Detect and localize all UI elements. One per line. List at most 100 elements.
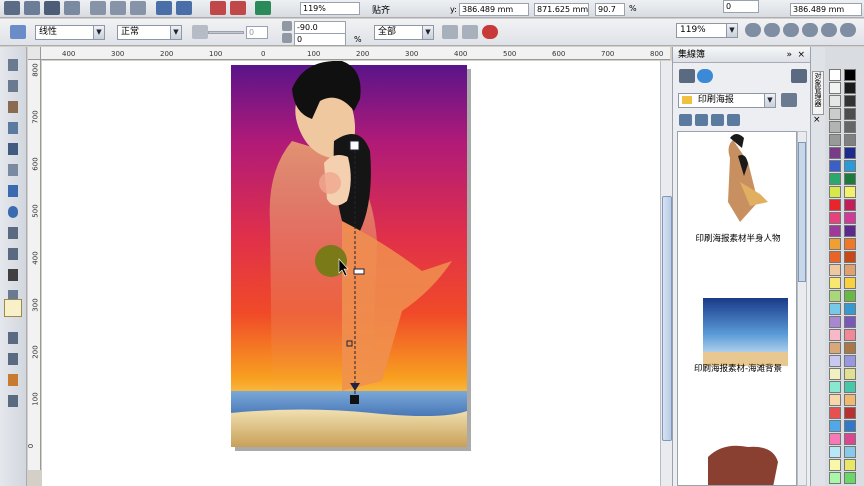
redo-icon[interactable]	[176, 1, 192, 15]
color-swatch[interactable]	[844, 95, 856, 107]
color-swatch[interactable]	[829, 355, 841, 367]
color-swatch[interactable]	[844, 381, 856, 393]
color-swatch[interactable]	[829, 394, 841, 406]
folder-new-icon[interactable]	[679, 69, 695, 83]
color-swatch[interactable]	[829, 368, 841, 380]
x-coord-field[interactable]: 386.489 mm	[790, 3, 862, 16]
import-icon[interactable]	[210, 1, 226, 15]
rectangle-tool-icon[interactable]	[8, 185, 18, 197]
color-swatch[interactable]	[844, 420, 856, 432]
color-swatch[interactable]	[844, 251, 856, 263]
color-swatch[interactable]	[829, 420, 841, 432]
color-swatch[interactable]	[844, 225, 856, 237]
chevron-down-icon[interactable]: ▼	[764, 94, 775, 107]
copy-icon[interactable]	[110, 1, 126, 15]
clear-transparency-icon[interactable]	[482, 25, 498, 39]
color-swatch[interactable]	[829, 95, 841, 107]
merge-mode-select[interactable]: 正常 ▼	[117, 25, 182, 40]
freeze-icon[interactable]	[442, 25, 458, 39]
drawing-canvas[interactable]	[42, 61, 660, 486]
browse-icon[interactable]	[697, 69, 713, 83]
color-swatch[interactable]	[844, 264, 856, 276]
color-swatch[interactable]	[844, 134, 856, 146]
folder-select[interactable]: 印刷海报 ▼	[678, 93, 776, 108]
apply-scope-select[interactable]: 全部 ▼	[374, 25, 434, 40]
midpoint-slider[interactable]	[208, 31, 244, 34]
vertical-ruler[interactable]: 800 700 600 500 400 300 200 100 0	[28, 60, 41, 470]
color-swatch[interactable]	[844, 82, 856, 94]
ruler-origin[interactable]	[28, 47, 41, 60]
crop-tool-icon[interactable]	[8, 101, 18, 113]
list-item[interactable]	[678, 437, 796, 485]
docker-expand-icon[interactable]: »	[786, 47, 792, 63]
view-icon[interactable]	[695, 114, 708, 126]
color-swatch[interactable]	[829, 147, 841, 159]
midpoint-value-field[interactable]: 0	[246, 26, 268, 39]
color-swatch[interactable]	[844, 121, 856, 133]
color-swatch[interactable]	[829, 134, 841, 146]
color-swatch[interactable]	[829, 290, 841, 302]
color-swatch[interactable]	[829, 277, 841, 289]
zoom-out-icon[interactable]	[764, 23, 780, 37]
color-swatch[interactable]	[844, 342, 856, 354]
color-swatch[interactable]	[829, 199, 841, 211]
up-folder-icon[interactable]	[781, 93, 797, 107]
color-swatch[interactable]	[844, 173, 856, 185]
outline-tool-icon[interactable]	[8, 353, 18, 365]
color-swatch[interactable]	[829, 108, 841, 120]
docker-scrollbar[interactable]	[797, 131, 807, 486]
color-swatch[interactable]	[844, 303, 856, 315]
chevron-down-icon[interactable]: ▼	[422, 26, 433, 39]
color-swatch[interactable]	[829, 459, 841, 471]
color-swatch[interactable]	[844, 238, 856, 250]
close-icon[interactable]: ×	[813, 115, 823, 125]
color-swatch[interactable]	[844, 147, 856, 159]
zoom-selected-icon[interactable]	[783, 23, 799, 37]
color-swatch[interactable]	[844, 446, 856, 458]
color-swatch[interactable]	[844, 290, 856, 302]
color-swatch[interactable]	[829, 316, 841, 328]
undo-icon[interactable]	[156, 1, 172, 15]
eyedropper-tool-icon[interactable]	[8, 332, 18, 344]
zoom-width-icon[interactable]	[840, 23, 856, 37]
color-swatch[interactable]	[829, 186, 841, 198]
color-swatch[interactable]	[829, 446, 841, 458]
transparency-tool-icon[interactable]	[4, 299, 22, 317]
color-swatch[interactable]	[844, 368, 856, 380]
color-swatch[interactable]	[829, 238, 841, 250]
zoom-in-icon[interactable]	[745, 23, 761, 37]
y-position-field[interactable]: 386.489 mm	[459, 3, 529, 16]
view-icon[interactable]	[679, 114, 692, 126]
print-icon[interactable]	[64, 1, 80, 15]
color-swatch[interactable]	[829, 82, 841, 94]
poster-artwork[interactable]	[42, 61, 660, 486]
color-swatch[interactable]	[829, 160, 841, 172]
color-swatch[interactable]	[844, 329, 856, 341]
chevron-down-icon[interactable]: ▼	[170, 26, 181, 39]
fill-tool-icon[interactable]	[8, 374, 18, 386]
color-swatch[interactable]	[844, 212, 856, 224]
color-swatch[interactable]	[829, 472, 841, 484]
canvas-vertical-scrollbar[interactable]	[660, 61, 672, 486]
snap-label[interactable]: 贴齐	[372, 3, 390, 16]
color-swatch[interactable]	[829, 251, 841, 263]
color-swatch[interactable]	[829, 433, 841, 445]
color-swatch[interactable]	[844, 186, 856, 198]
list-item[interactable]: 印刷海报素材-海滩背景	[678, 292, 796, 407]
ellipse-tool-icon[interactable]	[8, 206, 18, 218]
polygon-tool-icon[interactable]	[8, 227, 18, 239]
new-icon[interactable]	[4, 1, 20, 15]
open-icon[interactable]	[24, 1, 40, 15]
color-swatch[interactable]	[844, 316, 856, 328]
scrollbar-thumb[interactable]	[662, 196, 672, 441]
rotation-field[interactable]: 0	[723, 0, 759, 13]
list-item[interactable]: 印刷海报素材半身人物	[678, 132, 796, 247]
save-icon[interactable]	[44, 1, 60, 15]
freehand-tool-icon[interactable]	[8, 143, 18, 155]
scale-field[interactable]: 90.7	[595, 3, 625, 16]
color-swatch[interactable]	[829, 212, 841, 224]
interactive-fill-tool-icon[interactable]	[8, 395, 18, 407]
color-swatch[interactable]	[844, 108, 856, 120]
zoom-page-icon[interactable]	[821, 23, 837, 37]
transparency-type-select[interactable]: 线性 ▼	[35, 25, 105, 40]
